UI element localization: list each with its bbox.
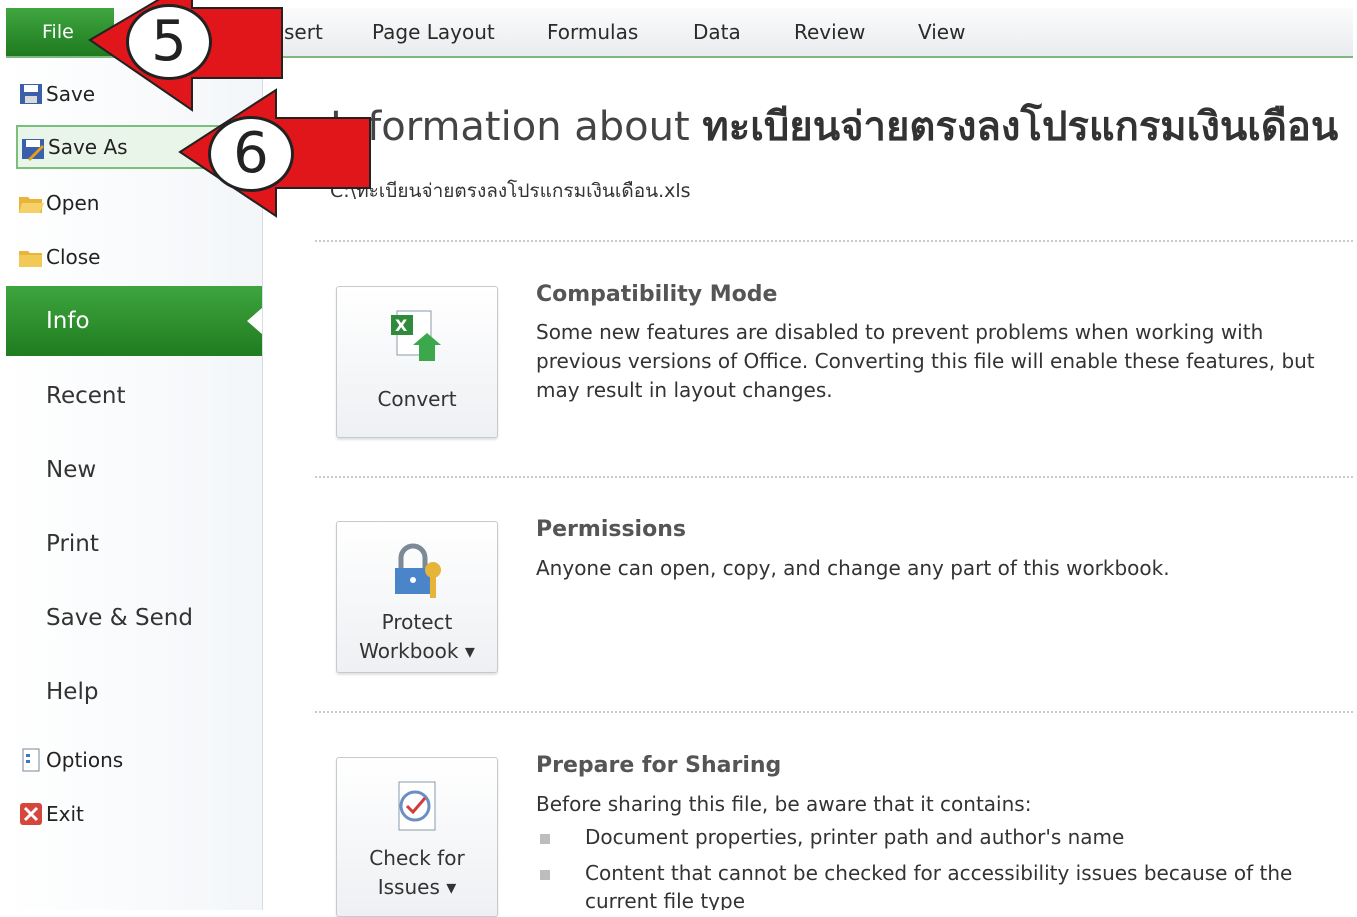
prepare-heading: Prepare for Sharing <box>536 753 782 778</box>
close-command[interactable]: Close <box>16 235 226 279</box>
open-label: Open <box>46 191 100 215</box>
check-for-issues-button[interactable]: Check for Issues ▾ <box>336 757 498 917</box>
save-as-label: Save As <box>48 135 128 159</box>
save-as-command[interactable]: Save As <box>16 125 226 169</box>
protect-workbook-button[interactable]: Protect Workbook ▾ <box>336 521 498 673</box>
tab-formulas[interactable]: Formulas <box>547 20 638 44</box>
nav-help[interactable]: Help <box>6 657 262 727</box>
tab-review[interactable]: Review <box>794 20 865 44</box>
page-title: Information about ทะเบียนจ่ายตรงลงโปรแกร… <box>330 94 1338 158</box>
divider <box>315 711 1353 713</box>
convert-button[interactable]: X Convert <box>336 286 498 438</box>
tab-page-layout[interactable]: Page Layout <box>372 20 495 44</box>
tab-view[interactable]: View <box>918 20 965 44</box>
tab-data[interactable]: Data <box>693 20 741 44</box>
permissions-heading: Permissions <box>536 517 686 542</box>
close-label: Close <box>46 245 101 269</box>
exit-icon <box>20 803 42 825</box>
exit-label: Exit <box>46 802 84 826</box>
step-number-5: 5 <box>126 4 212 80</box>
convert-label: Convert <box>377 387 457 411</box>
compatibility-heading: Compatibility Mode <box>536 282 778 307</box>
options-icon <box>22 748 40 772</box>
save-as-icon <box>22 139 44 161</box>
file-tab[interactable]: File <box>6 8 114 56</box>
divider <box>315 476 1353 478</box>
nav-recent[interactable]: Recent <box>6 361 262 431</box>
permissions-text: Anyone can open, copy, and change any pa… <box>536 556 1170 580</box>
protect-label-line1: Protect <box>381 610 453 634</box>
open-command[interactable]: Open <box>16 181 226 225</box>
step-number-6: 6 <box>208 116 294 192</box>
nav-info[interactable]: Info <box>6 286 262 356</box>
bullet-marker <box>540 834 550 844</box>
svg-text:X: X <box>395 316 408 335</box>
checklist-icon <box>398 781 436 831</box>
tab-insert[interactable]: sert <box>284 20 323 44</box>
open-folder-icon <box>19 197 44 213</box>
options-command[interactable]: Options <box>16 738 226 782</box>
prepare-text: Before sharing this file, be aware that … <box>536 792 1032 816</box>
bullet-marker <box>540 870 550 880</box>
nav-save-send[interactable]: Save & Send <box>6 583 262 653</box>
protect-label-line2: Workbook ▾ <box>359 639 475 663</box>
file-path: C:\ทะเบียนจ่ายตรงลงโปรแกรมเงินเดือน.xls <box>330 180 691 202</box>
save-command[interactable]: Save <box>16 72 226 116</box>
convert-excel-icon: X <box>391 310 441 361</box>
exit-command[interactable]: Exit <box>16 792 226 836</box>
check-label-line2: Issues ▾ <box>377 875 457 899</box>
options-label: Options <box>46 748 124 772</box>
nav-new[interactable]: New <box>6 435 262 505</box>
nav-print[interactable]: Print <box>6 509 262 579</box>
workbook-name: ทะเบียนจ่ายตรงลงโปรแกรมเงินเดือน <box>702 104 1339 150</box>
save-label: Save <box>46 82 96 106</box>
bullet-item: Content that cannot be checked for acces… <box>585 861 1293 885</box>
compatibility-text: Some new features are disabled to preven… <box>536 320 1315 402</box>
lock-key-icon <box>395 543 441 598</box>
divider <box>315 240 1353 242</box>
close-folder-icon <box>19 251 42 267</box>
save-icon <box>20 84 42 104</box>
bullet-item: Document properties, printer path and au… <box>585 825 1125 849</box>
title-prefix: Information about <box>330 104 690 150</box>
check-label-line1: Check for <box>369 846 465 870</box>
bullet-item-continued: current file type <box>585 889 745 910</box>
backstage-nav: Save Save As Open Close Info Recent New … <box>6 58 263 910</box>
